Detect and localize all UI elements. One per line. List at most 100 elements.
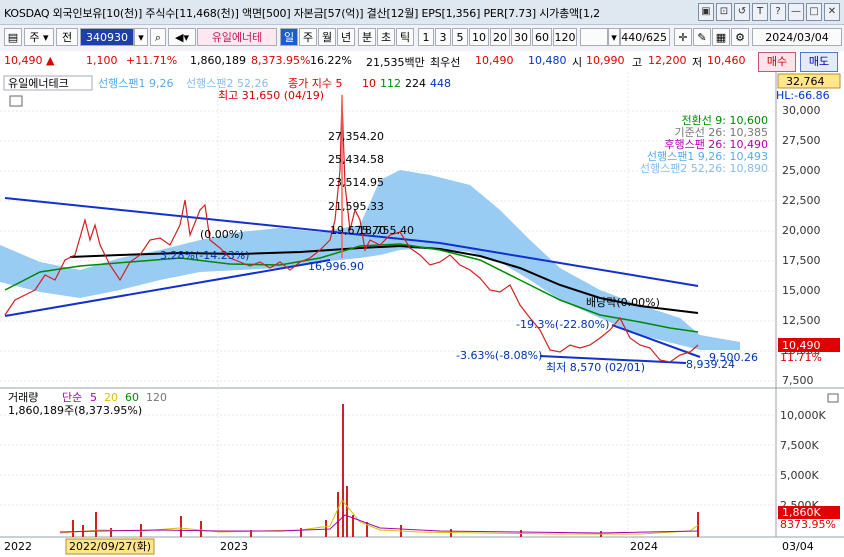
open-value: 10,990 bbox=[586, 54, 625, 67]
tab-minute[interactable]: 분 bbox=[358, 28, 376, 46]
panel-settings-icon[interactable] bbox=[9, 95, 23, 107]
interval-10[interactable]: 10 bbox=[469, 28, 489, 46]
stock-code-input[interactable]: 340930 bbox=[80, 28, 134, 46]
sell-button[interactable]: 매도 bbox=[800, 52, 838, 72]
tab-yearly[interactable]: 년 bbox=[337, 28, 355, 46]
code-dropdown-icon[interactable]: ▾ bbox=[134, 28, 148, 46]
current-pct-axis: 11.71% bbox=[780, 351, 822, 364]
minimize-icon[interactable]: — bbox=[788, 3, 804, 21]
stock-name-field[interactable]: 유일에너테 bbox=[197, 28, 277, 46]
interval-5[interactable]: 5 bbox=[452, 28, 468, 46]
legend-ma-label[interactable]: 종가 지수 5 bbox=[288, 77, 342, 90]
maximize-icon[interactable]: □ bbox=[806, 3, 822, 21]
ytick-20000: 20,000 bbox=[782, 224, 821, 237]
buy-button[interactable]: 매수 bbox=[758, 52, 796, 72]
market-select[interactable]: 주 ▾ bbox=[24, 28, 54, 46]
fib-level-1: 27,354.20 bbox=[328, 130, 384, 143]
legend-ichimoku1[interactable]: 선행스팬1 9,26 bbox=[98, 77, 173, 90]
period-prefix-button[interactable]: 전 bbox=[56, 28, 78, 46]
help-icon[interactable]: ? bbox=[770, 3, 786, 21]
turnover-rate: 16.22% bbox=[310, 54, 352, 67]
price-change-pct: +11.71% bbox=[126, 54, 178, 67]
interval-custom-input[interactable] bbox=[580, 28, 608, 46]
level-annotation-1: 16,996.90 bbox=[308, 260, 364, 273]
sound-icon[interactable]: ◀▾ bbox=[168, 28, 196, 46]
crosshair-icon[interactable]: ✛ bbox=[674, 28, 692, 46]
legend-ma-448[interactable]: 448 bbox=[430, 77, 451, 90]
interval-1[interactable]: 1 bbox=[418, 28, 434, 46]
chart-menu-icon[interactable]: ▤ bbox=[4, 28, 22, 46]
close-icon[interactable]: ✕ bbox=[824, 3, 840, 21]
layout-icon[interactable]: ▣ bbox=[698, 3, 714, 21]
fib-level-3: 23,514.95 bbox=[328, 176, 384, 189]
best-bid: 10,480 bbox=[528, 54, 567, 67]
window-controls: ▣ ⊡ ↺ T ? — □ ✕ bbox=[698, 3, 840, 21]
vol-ytick-5000k: 5,000K bbox=[780, 469, 819, 482]
legend-ma-10[interactable]: 10 bbox=[362, 77, 376, 90]
interval-dropdown-icon[interactable]: ▾ bbox=[608, 28, 620, 46]
volume-ma-label[interactable]: 단순 bbox=[62, 391, 82, 404]
ytick-17500: 17,500 bbox=[782, 254, 821, 267]
ex-dividend-annotation: 배당락(0.00%) bbox=[586, 296, 660, 309]
volume-current-pct: 8373.95% bbox=[780, 518, 836, 531]
draw-tool-icon[interactable]: ✎ bbox=[693, 28, 711, 46]
tab-weekly[interactable]: 주 bbox=[299, 28, 317, 46]
hl-readout: HL:-66.86 bbox=[776, 89, 830, 102]
market-select-value: 주 bbox=[29, 31, 40, 44]
volume-ma-5[interactable]: 5 bbox=[90, 391, 97, 404]
low-label: 저 bbox=[692, 56, 703, 69]
legend-ma-224[interactable]: 224 bbox=[405, 77, 426, 90]
ytick-30000: 30,000 bbox=[782, 104, 821, 117]
refresh-icon[interactable]: ↺ bbox=[734, 3, 750, 21]
vol-ytick-10000k: 10,000K bbox=[780, 409, 826, 422]
ytick-22500: 22,500 bbox=[782, 194, 821, 207]
ichimoku-readout-5: 선행스팬2 52,26: 10,890 bbox=[640, 162, 768, 175]
xaxis-last-date: 03/04 bbox=[782, 540, 814, 553]
settings-icon[interactable]: ⚙ bbox=[731, 28, 749, 46]
legend-ichimoku2[interactable]: 선행스팬2 52,26 bbox=[186, 77, 268, 90]
bar-count: 440 bbox=[621, 31, 643, 44]
legend-ma-112[interactable]: 112 bbox=[380, 77, 401, 90]
tab-monthly[interactable]: 월 bbox=[318, 28, 336, 46]
open-label: 시 bbox=[572, 56, 583, 69]
tab-second[interactable]: 초 bbox=[377, 28, 395, 46]
xtick-2022: 2022 bbox=[4, 540, 32, 553]
volume-panel-close-icon[interactable] bbox=[827, 393, 839, 403]
volume-ma-60[interactable]: 60 bbox=[125, 391, 139, 404]
ytick-27500: 27,500 bbox=[782, 134, 821, 147]
interval-120[interactable]: 120 bbox=[553, 28, 577, 46]
stock-info-title: KOSDAQ 외국인보유[10(천)] 주식수[11,468(천)] 액면[50… bbox=[4, 7, 600, 20]
fib-level-2: 25,434.58 bbox=[328, 153, 384, 166]
fib-level-6: 18,755.40 bbox=[358, 224, 414, 237]
frame-icon[interactable]: ⊡ bbox=[716, 3, 732, 21]
high-label: 고 bbox=[632, 56, 643, 69]
volume-ma-120[interactable]: 120 bbox=[146, 391, 167, 404]
date-field[interactable]: 2024/03/04 bbox=[752, 28, 842, 46]
ytick-12500: 12,500 bbox=[782, 314, 821, 327]
interval-3[interactable]: 3 bbox=[435, 28, 451, 46]
price-value: 10,490 bbox=[4, 54, 43, 67]
cursor-date: 2022/09/27(화) bbox=[69, 540, 151, 553]
volume-value: 1,860,189 bbox=[190, 54, 246, 67]
stock-name-label: 유일에너테크 bbox=[8, 76, 69, 90]
low-annotation: 최저 8,570 (02/01) bbox=[546, 361, 645, 374]
tab-tick[interactable]: 틱 bbox=[396, 28, 414, 46]
trade-amount: 21,535백만 bbox=[366, 56, 425, 69]
volume-ma-20[interactable]: 20 bbox=[104, 391, 118, 404]
xtick-2024: 2024 bbox=[630, 540, 658, 553]
search-icon[interactable]: ⌕ bbox=[150, 28, 166, 46]
volume-label[interactable]: 거래량 bbox=[8, 391, 38, 404]
pct-annotation-2: (0.00%) bbox=[200, 228, 244, 241]
interval-60[interactable]: 60 bbox=[532, 28, 552, 46]
bar-count-display[interactable]: 440/625 bbox=[620, 28, 670, 46]
save-icon[interactable]: ▦ bbox=[712, 28, 730, 46]
chart-area[interactable]: 최고 31,650 (04/19) 27,354.20 25,434.58 23… bbox=[0, 72, 844, 557]
top-price: 32,764 bbox=[786, 75, 825, 88]
interval-30[interactable]: 30 bbox=[511, 28, 531, 46]
pct-annotation-1: 3.28%(-14.23%) bbox=[160, 249, 249, 262]
interval-20[interactable]: 20 bbox=[490, 28, 510, 46]
fib-level-4: 21,595.33 bbox=[328, 200, 384, 213]
tab-daily[interactable]: 일 bbox=[280, 28, 298, 46]
chart-toolbar: ▤ 주 ▾ 전 340930 ▾ ⌕ ◀▾ 유일에너테 일 주 월 년 분 초 … bbox=[0, 25, 844, 52]
text-icon[interactable]: T bbox=[752, 3, 768, 21]
